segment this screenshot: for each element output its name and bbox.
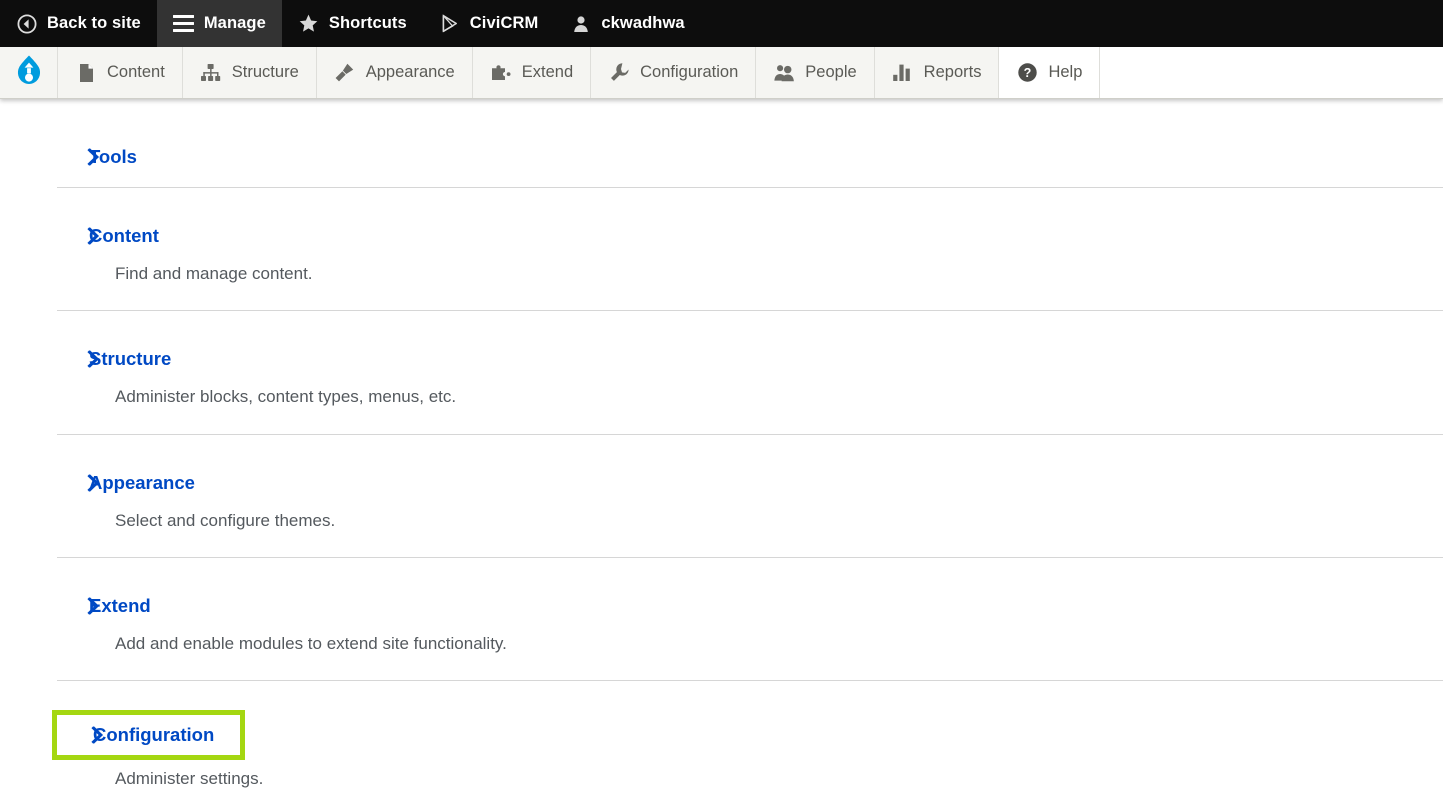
star-icon	[298, 13, 320, 35]
chevron-right-icon	[87, 351, 101, 368]
link-wrapper-appearance: Appearance	[57, 469, 199, 497]
tray-item-label: Content	[107, 63, 165, 82]
admin-tab-manage[interactable]: Manage	[157, 0, 282, 47]
puzzle-piece-icon	[490, 62, 512, 84]
drupal-logo[interactable]	[0, 47, 58, 98]
admin-link-extend[interactable]: Extend	[57, 592, 155, 620]
chevron-right-icon	[87, 597, 101, 614]
people-icon	[773, 62, 795, 84]
admin-link-structure[interactable]: Structure	[57, 345, 175, 373]
back-arrow-circle-icon	[16, 13, 38, 35]
tray-item-label: Extend	[522, 63, 573, 82]
drupal-droplet-icon	[15, 54, 43, 91]
admin-link-description: Administer settings.	[115, 768, 1443, 789]
tray-item-label: Help	[1048, 63, 1082, 82]
tray-item-appearance[interactable]: Appearance	[317, 47, 473, 98]
admin-tab-label: Shortcuts	[329, 14, 407, 33]
highlight-box-configuration: Configuration	[57, 715, 240, 755]
admin-page-content: Tools Content Find and manage content.	[0, 99, 1443, 799]
admin-link-label: Appearance	[89, 472, 195, 494]
tray-item-label: Configuration	[640, 63, 738, 82]
tray-item-people[interactable]: People	[756, 47, 874, 98]
admin-tab-user-account[interactable]: ckwadhwa	[554, 0, 700, 47]
tray-item-label: Structure	[232, 63, 299, 82]
admin-task-list: Tools Content Find and manage content.	[0, 99, 1443, 799]
civicrm-triangle-icon	[439, 13, 461, 35]
svg-text:?: ?	[1024, 66, 1032, 80]
admin-tab-shortcuts[interactable]: Shortcuts	[282, 0, 423, 47]
tray-item-help[interactable]: ? Help	[999, 47, 1100, 98]
link-wrapper-content: Content	[57, 222, 163, 250]
chevron-right-icon	[87, 149, 101, 166]
admin-link-description: Add and enable modules to extend site fu…	[115, 633, 1443, 654]
list-item: Configuration Administer settings.	[57, 681, 1443, 799]
document-icon	[75, 62, 97, 84]
tray-item-reports[interactable]: Reports	[875, 47, 1000, 98]
admin-link-description: Select and configure themes.	[115, 510, 1443, 531]
tray-item-label: Appearance	[366, 63, 455, 82]
admin-toolbar-tray: Content Structure Appearance	[0, 47, 1443, 99]
hamburger-menu-icon	[173, 13, 195, 35]
tray-item-structure[interactable]: Structure	[183, 47, 317, 98]
admin-tab-label: Back to site	[47, 14, 141, 33]
list-item: Content Find and manage content.	[57, 188, 1443, 311]
list-item: Tools	[57, 99, 1443, 188]
tray-empty-space	[1100, 47, 1443, 98]
admin-link-label: Configuration	[93, 724, 214, 746]
admin-tab-label: CiviCRM	[470, 14, 539, 33]
chevron-right-icon	[91, 727, 105, 744]
admin-tab-back-to-site[interactable]: Back to site	[0, 0, 157, 47]
link-wrapper-structure: Structure	[57, 345, 175, 373]
tray-item-configuration[interactable]: Configuration	[591, 47, 756, 98]
question-mark-circle-icon: ?	[1016, 62, 1038, 84]
admin-link-tools[interactable]: Tools	[57, 143, 141, 171]
tray-item-label: People	[805, 63, 856, 82]
admin-toolbar-bar: Back to site Manage Shortcuts CiviCRM	[0, 0, 1443, 47]
link-wrapper-tools: Tools	[57, 143, 141, 171]
tray-item-content[interactable]: Content	[58, 47, 183, 98]
bar-chart-icon	[892, 62, 914, 84]
admin-link-appearance[interactable]: Appearance	[57, 469, 199, 497]
admin-link-label: Structure	[89, 348, 171, 370]
admin-link-configuration[interactable]: Configuration	[57, 715, 240, 755]
link-wrapper-extend: Extend	[57, 592, 155, 620]
admin-link-content[interactable]: Content	[57, 222, 163, 250]
admin-tab-label: Manage	[204, 14, 266, 33]
chevron-right-icon	[87, 474, 101, 491]
list-item: Structure Administer blocks, content typ…	[57, 311, 1443, 434]
list-item: Appearance Select and configure themes.	[57, 435, 1443, 558]
admin-link-description: Find and manage content.	[115, 263, 1443, 284]
admin-tab-label: ckwadhwa	[601, 14, 684, 33]
admin-tab-civicrm[interactable]: CiviCRM	[423, 0, 555, 47]
tray-item-extend[interactable]: Extend	[473, 47, 591, 98]
user-avatar-icon	[570, 13, 592, 35]
paintbrush-icon	[334, 62, 356, 84]
list-item: Extend Add and enable modules to extend …	[57, 558, 1443, 681]
wrench-icon	[608, 62, 630, 84]
chevron-right-icon	[87, 228, 101, 245]
admin-link-description: Administer blocks, content types, menus,…	[115, 386, 1443, 407]
tray-item-label: Reports	[924, 63, 982, 82]
sitemap-icon	[200, 62, 222, 84]
